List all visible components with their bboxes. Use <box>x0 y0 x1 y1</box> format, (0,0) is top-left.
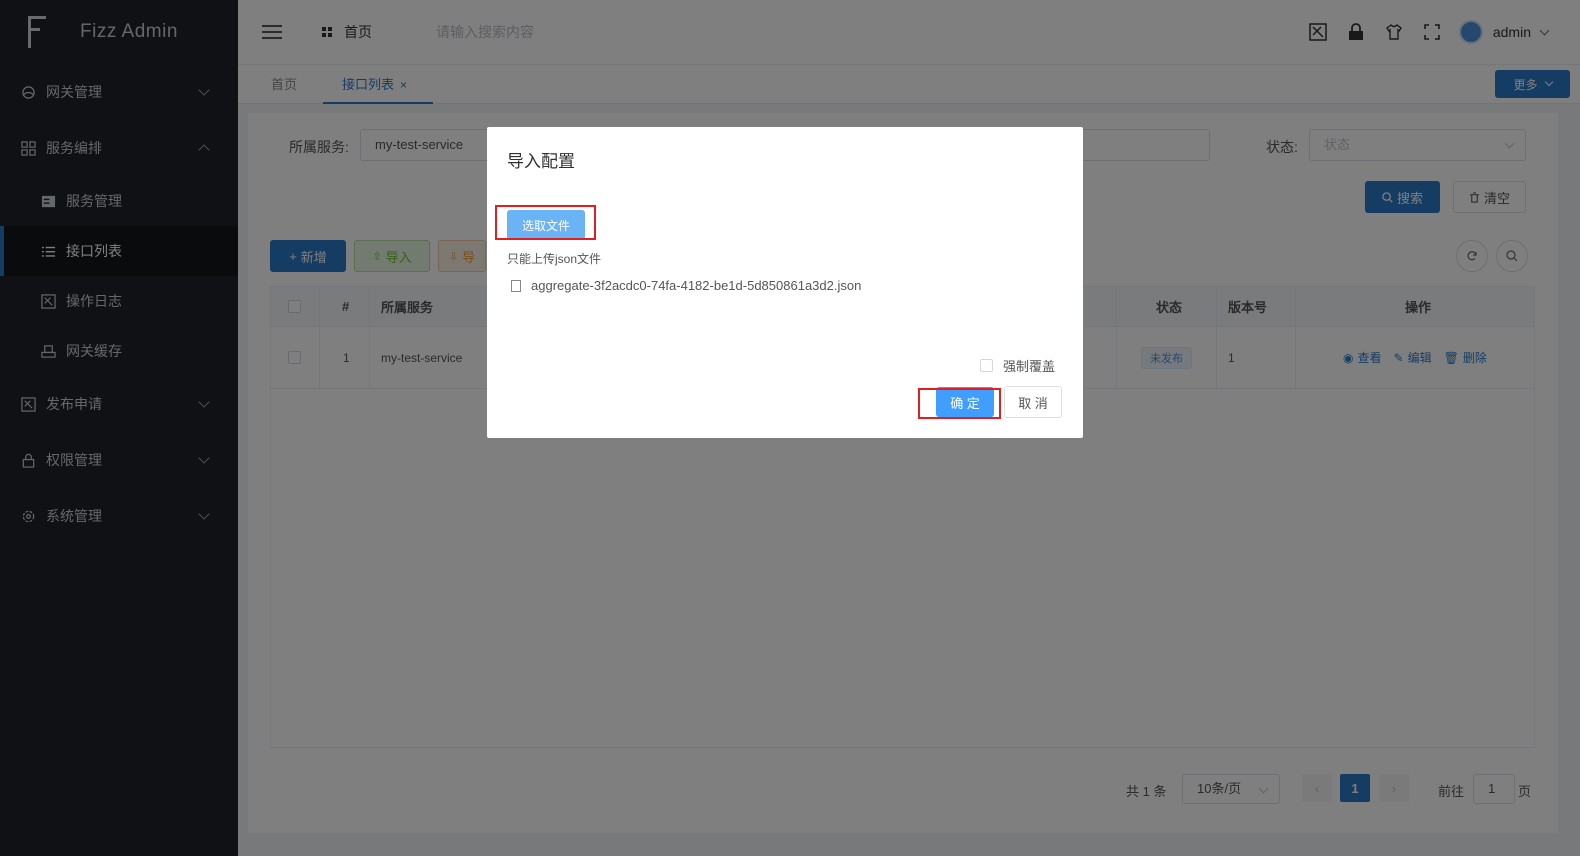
file-icon <box>511 279 521 292</box>
checkbox-box[interactable] <box>979 359 993 372</box>
upload-tip: 只能上传json文件 <box>507 252 602 266</box>
cancel-button[interactable]: 取 消 <box>1004 386 1062 418</box>
highlight-box <box>495 205 596 240</box>
force-override-label: 强制覆盖 <box>1002 359 1055 374</box>
file-name: aggregate-3f2acdc0-74fa-4182-be1d-5d8508… <box>531 278 862 293</box>
highlight-box <box>918 388 1001 419</box>
uploaded-file-item[interactable]: aggregate-3f2acdc0-74fa-4182-be1d-5d8508… <box>511 278 861 293</box>
dialog-title: 导入配置 <box>507 152 575 171</box>
force-override-checkbox[interactable]: 强制覆盖 <box>979 356 1055 375</box>
import-dialog: 导入配置 选取文件 只能上传json文件 aggregate-3f2acdc0-… <box>487 127 1083 438</box>
